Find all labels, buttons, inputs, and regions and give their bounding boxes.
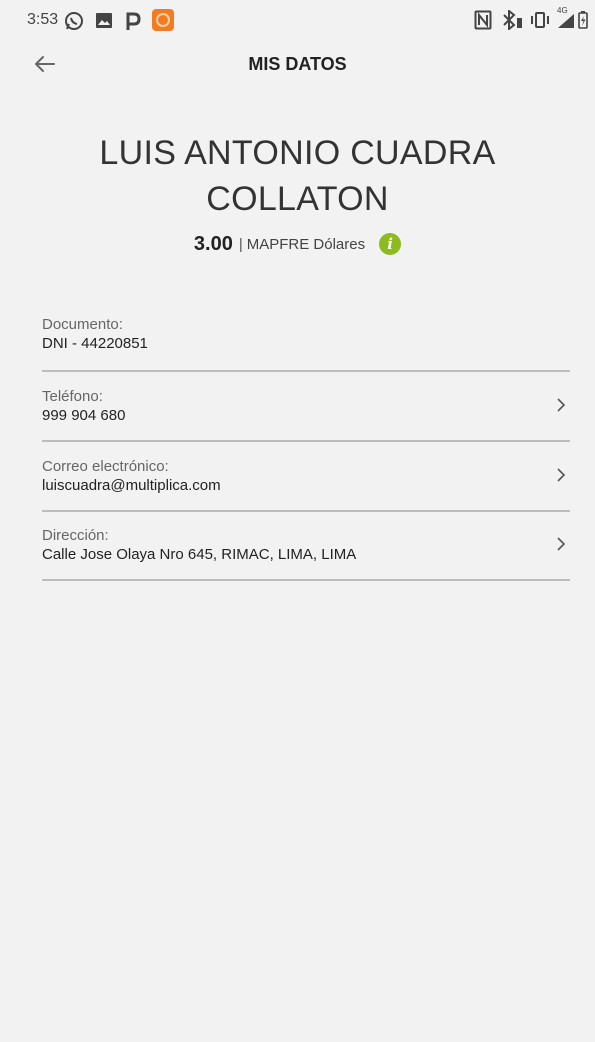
whatsapp-icon bbox=[65, 12, 83, 30]
profile-name: LUIS ANTONIO CUADRA COLLATON bbox=[60, 130, 535, 222]
field-value: luiscuadra@multiplica.com bbox=[42, 477, 221, 494]
field-value: DNI - 44220851 bbox=[42, 335, 148, 352]
battery-icon bbox=[578, 11, 588, 29]
app-bar: MIS DATOS bbox=[0, 40, 595, 90]
field-direccion[interactable]: Dirección: Calle Jose Olaya Nro 645, RIM… bbox=[42, 527, 570, 581]
field-value: 999 904 680 bbox=[42, 407, 126, 424]
field-label: Documento: bbox=[42, 316, 123, 333]
points-balance: 3.00 | MAPFRE Dólares i bbox=[0, 230, 595, 258]
info-icon[interactable]: i bbox=[379, 233, 402, 255]
points-separator: | bbox=[238, 235, 243, 253]
field-label: Dirección: bbox=[42, 527, 109, 544]
field-label: Correo electrónico: bbox=[42, 458, 169, 475]
chevron-right-icon[interactable] bbox=[554, 398, 568, 412]
page-title: MIS DATOS bbox=[248, 54, 347, 74]
points-unit: MAPFRE Dólares bbox=[246, 235, 366, 253]
nfc-icon bbox=[474, 10, 492, 30]
chevron-right-icon[interactable] bbox=[554, 537, 568, 551]
app-notification-icon bbox=[152, 9, 174, 31]
field-value: Calle Jose Olaya Nro 645, RIMAC, LIMA, L… bbox=[42, 546, 357, 563]
p-icon bbox=[126, 12, 141, 30]
points-value: 3.00 bbox=[193, 232, 233, 255]
bluetooth-icon bbox=[503, 10, 522, 30]
field-correo[interactable]: Correo electrónico: luiscuadra@multiplic… bbox=[42, 458, 570, 512]
info-icon-glyph: i bbox=[387, 235, 393, 253]
field-telefono[interactable]: Teléfono: 999 904 680 bbox=[42, 388, 570, 442]
field-documento: Documento: DNI - 44220851 bbox=[42, 316, 570, 372]
profile-name-line2: COLLATON bbox=[206, 180, 389, 218]
status-time: 3:53 bbox=[27, 11, 59, 28]
vibrate-icon bbox=[531, 12, 549, 28]
field-label: Teléfono: bbox=[42, 388, 103, 405]
profile-name-line1: LUIS ANTONIO CUADRA bbox=[99, 134, 496, 172]
chevron-right-icon[interactable] bbox=[554, 468, 568, 482]
image-icon bbox=[96, 13, 112, 28]
signal-icon bbox=[558, 14, 574, 28]
status-bar: 3:53 4G bbox=[0, 0, 595, 36]
